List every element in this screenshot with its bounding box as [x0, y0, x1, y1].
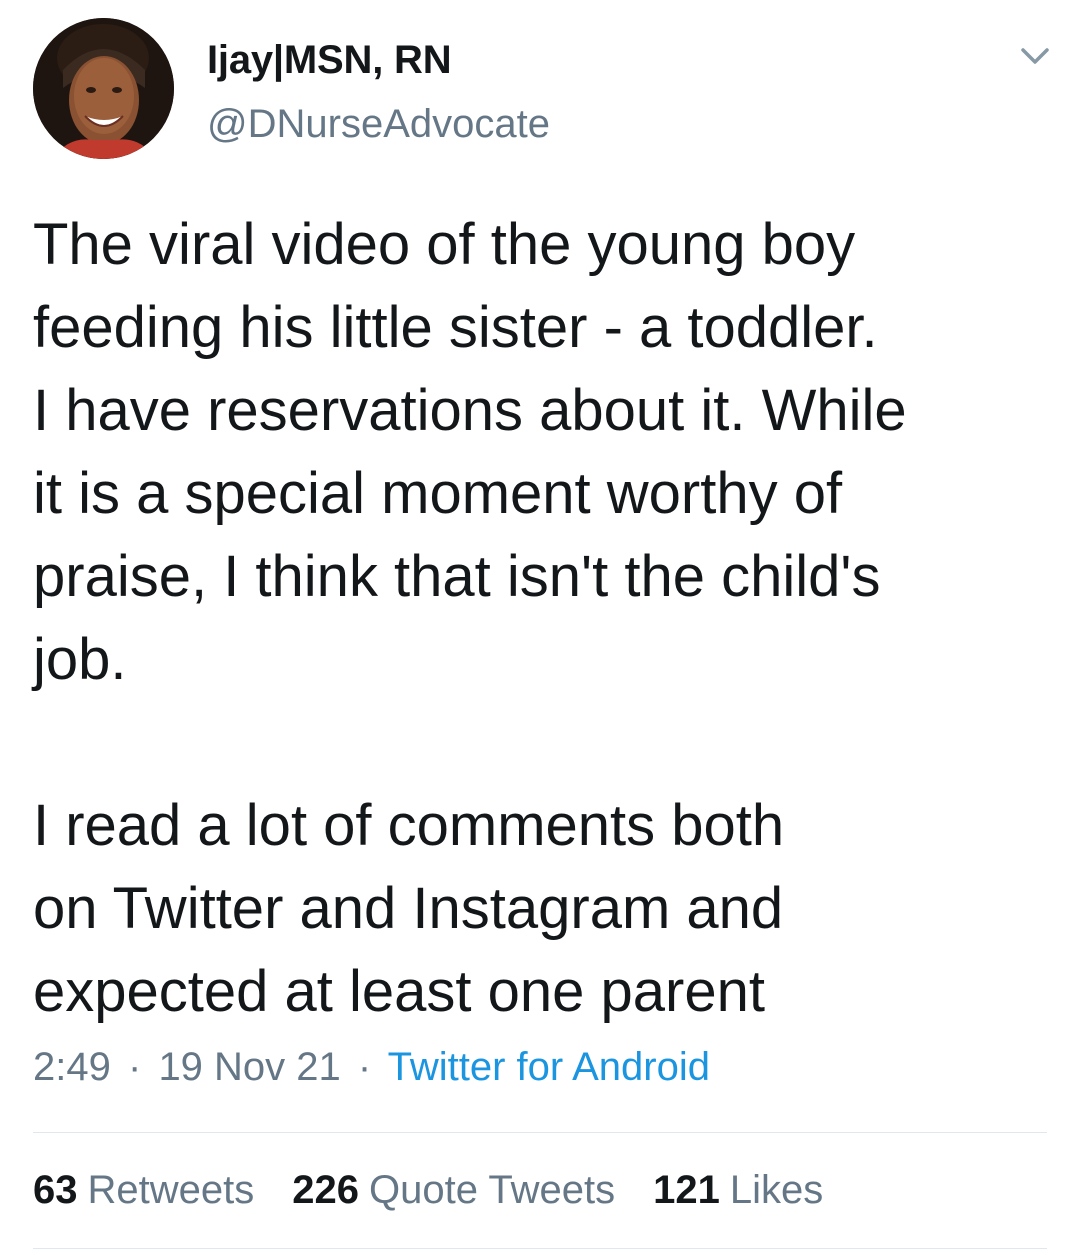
tweet-time[interactable]: 2:49	[33, 1045, 111, 1089]
likes-stat[interactable]: 121 Likes	[653, 1168, 823, 1213]
author-handle[interactable]: @DNurseAdvocate	[207, 102, 550, 147]
quote-tweets-stat[interactable]: 226 Quote Tweets	[292, 1168, 615, 1213]
likes-label: Likes	[729, 1168, 824, 1212]
retweets-stat[interactable]: 63 Retweets	[33, 1168, 254, 1213]
tweet-paragraph: I read a lot of comments both on Twitter…	[33, 793, 785, 1024]
retweets-count: 63	[33, 1168, 78, 1212]
chevron-down-icon[interactable]	[1018, 44, 1052, 68]
divider	[33, 1132, 1047, 1133]
meta-separator: ·	[357, 1045, 372, 1089]
divider	[33, 1248, 1047, 1249]
author-display-name[interactable]: Ijay|MSN, RN	[207, 38, 452, 83]
tweet-date[interactable]: 19 Nov 21	[158, 1045, 340, 1089]
retweets-label: Retweets	[87, 1168, 255, 1212]
tweet-card: Ijay|MSN, RN @DNurseAdvocate The viral v…	[0, 0, 1080, 1255]
tweet-source-link[interactable]: Twitter for Android	[388, 1045, 710, 1089]
quote-tweets-count: 226	[292, 1168, 359, 1212]
tweet-stats: 63 Retweets 226 Quote Tweets 121 Likes	[33, 1168, 823, 1213]
tweet-paragraph: The viral video of the young boy feeding…	[33, 212, 907, 692]
author-avatar[interactable]	[33, 18, 174, 159]
avatar-photo-icon	[33, 18, 174, 159]
meta-separator: ·	[127, 1045, 142, 1089]
likes-count: 121	[653, 1168, 720, 1212]
quote-tweets-label: Quote Tweets	[369, 1168, 616, 1212]
tweet-text: The viral video of the young boy feeding…	[33, 203, 1043, 1033]
tweet-meta: 2:49 · 19 Nov 21 · Twitter for Android	[33, 1045, 710, 1090]
